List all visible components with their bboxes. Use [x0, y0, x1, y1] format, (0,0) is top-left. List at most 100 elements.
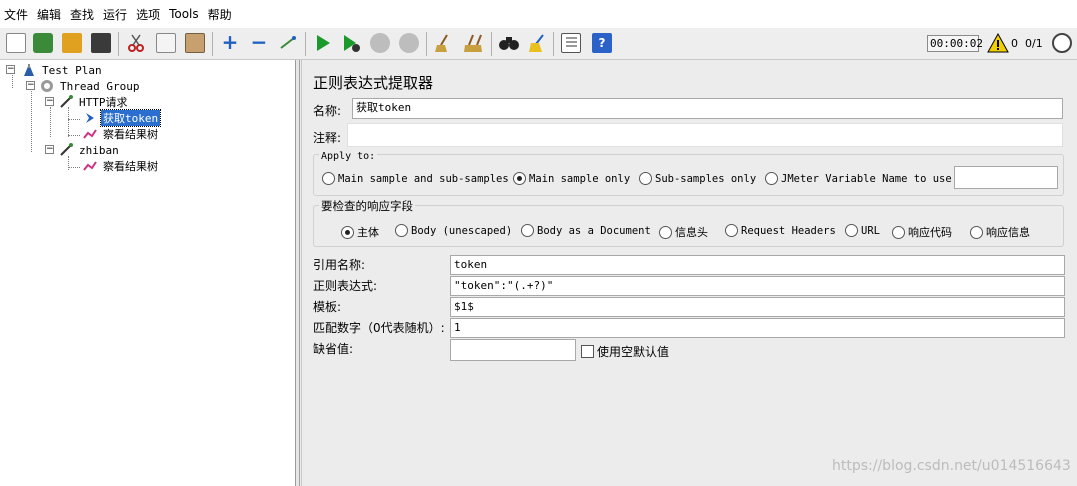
extractor-arrow-icon [86, 113, 94, 123]
menu-run[interactable]: 运行 [103, 6, 127, 23]
menu-tools[interactable]: Tools [169, 7, 199, 21]
checkbox-box[interactable] [581, 345, 594, 358]
templates-icon[interactable] [33, 33, 53, 53]
use-empty-default-checkbox[interactable]: 使用空默认值 [581, 343, 669, 360]
radio-url[interactable]: URL [845, 224, 880, 237]
tree-guide [68, 135, 80, 136]
tree-item-label: 察看结果树 [103, 128, 158, 141]
stop-icon[interactable] [370, 33, 390, 53]
match-no-field[interactable]: 1 [450, 318, 1065, 338]
menu-edit[interactable]: 编辑 [37, 6, 61, 23]
collapse-thread-group[interactable]: − [26, 81, 35, 90]
collapse-icon[interactable]: − [249, 32, 269, 53]
remote-globe-icon[interactable] [1052, 33, 1072, 53]
tree-item-view-results-tree[interactable]: 察看结果树 [83, 126, 160, 142]
radio-body[interactable]: 主体 [341, 224, 379, 240]
tree-item-http-request[interactable]: HTTP请求 [59, 94, 130, 110]
tree-item-view-results-tree-2[interactable]: 察看结果树 [83, 158, 160, 174]
radio-body-unescaped[interactable]: Body (unescaped) [395, 224, 512, 237]
radio-main-only[interactable]: Main sample only [513, 172, 630, 185]
name-label: 名称: [313, 104, 342, 118]
radio-button[interactable] [845, 224, 858, 237]
help-icon[interactable]: ? [592, 33, 612, 53]
menu-options[interactable]: 选项 [136, 6, 160, 23]
comment-field[interactable] [347, 123, 1063, 147]
toggle-icon[interactable] [278, 33, 298, 53]
ref-name-field[interactable]: token [450, 255, 1065, 275]
split-pane-divider[interactable] [296, 60, 300, 486]
warning-count: 0 [1011, 37, 1018, 50]
expand-icon[interactable]: + [220, 32, 240, 53]
copy-icon[interactable] [156, 33, 176, 53]
search-icon[interactable] [498, 33, 519, 53]
paste-icon[interactable] [185, 33, 205, 53]
clear-icon[interactable] [433, 33, 453, 53]
toolbar-separator [212, 32, 213, 56]
radio-label: Request Headers [741, 224, 836, 237]
test-plan-icon [24, 64, 34, 76]
jmeter-variable-field[interactable] [954, 166, 1058, 189]
new-icon[interactable] [6, 33, 26, 53]
listener-graph-icon [83, 129, 97, 139]
radio-button[interactable] [395, 224, 408, 237]
comment-label: 注释: [313, 131, 342, 145]
default-value-field[interactable] [450, 339, 576, 361]
warning-icon[interactable] [987, 32, 1009, 56]
radio-button[interactable] [659, 225, 672, 239]
radio-label: Body (unescaped) [411, 224, 513, 237]
radio-jmeter-variable[interactable]: JMeter Variable Name to use [765, 172, 952, 185]
tree-guide [68, 167, 80, 168]
tree-item-label: 获取token [99, 109, 162, 127]
radio-body-document[interactable]: Body as a Document [521, 224, 651, 237]
toolbar-separator [553, 32, 554, 56]
tree-item-zhiban[interactable]: zhiban [59, 142, 121, 158]
radio-request-headers[interactable]: Request Headers [725, 224, 836, 237]
radio-main-and-sub[interactable]: Main sample and sub-samples [322, 172, 509, 185]
radio-response-headers[interactable]: 信息头 [659, 224, 708, 240]
start-no-pause-icon[interactable] [341, 33, 361, 53]
tree-item-test-plan[interactable]: Test Plan [22, 62, 104, 78]
radio-label: Sub-samples only [655, 172, 757, 185]
radio-button[interactable] [725, 224, 738, 237]
function-helper-icon[interactable] [561, 33, 581, 53]
elapsed-timer: 00:00:02 [927, 35, 983, 52]
menu-help[interactable]: 帮助 [208, 6, 232, 23]
radio-button[interactable] [322, 172, 335, 185]
save-icon[interactable] [91, 33, 111, 53]
menu-file[interactable]: 文件 [4, 6, 28, 23]
reset-search-icon[interactable] [527, 33, 547, 53]
radio-button[interactable] [341, 225, 354, 239]
shutdown-icon[interactable] [399, 33, 419, 53]
name-field[interactable]: 获取token [352, 98, 1063, 119]
radio-label: Main sample only [529, 172, 631, 185]
open-icon[interactable] [62, 33, 82, 53]
radio-button[interactable] [513, 172, 526, 185]
regex-field[interactable]: "token":"(.+?)" [450, 276, 1065, 296]
sampler-pipette-icon [60, 95, 73, 108]
tree-item-get-token[interactable]: 获取token [83, 109, 162, 127]
radio-button[interactable] [970, 225, 983, 239]
cut-icon[interactable] [126, 33, 146, 53]
template-field[interactable]: $1$ [450, 297, 1065, 317]
tree-guide [68, 107, 69, 137]
collapse-test-plan[interactable]: − [6, 65, 15, 74]
checkbox-label: 使用空默认值 [597, 345, 670, 359]
radio-button[interactable] [765, 172, 778, 185]
radio-label: URL [861, 224, 880, 237]
radio-button[interactable] [639, 172, 652, 185]
radio-response-code[interactable]: 响应代码 [892, 224, 952, 240]
regex-label: 正则表达式: [313, 279, 378, 293]
collapse-zhiban[interactable]: − [45, 145, 54, 154]
clear-all-icon[interactable] [463, 33, 483, 53]
radio-response-message[interactable]: 响应信息 [970, 224, 1030, 240]
start-icon[interactable] [313, 33, 333, 53]
menu-search[interactable]: 查找 [70, 6, 94, 23]
watermark: https://blog.csdn.net/u014516643 [832, 458, 1071, 474]
radio-button[interactable] [892, 225, 905, 239]
radio-sub-only[interactable]: Sub-samples only [639, 172, 756, 185]
tree-guide [68, 119, 80, 120]
radio-button[interactable] [521, 224, 534, 237]
collapse-http-request[interactable]: − [45, 97, 54, 106]
tree-item-thread-group[interactable]: Thread Group [40, 78, 141, 94]
default-value-label: 缺省值: [313, 342, 354, 356]
